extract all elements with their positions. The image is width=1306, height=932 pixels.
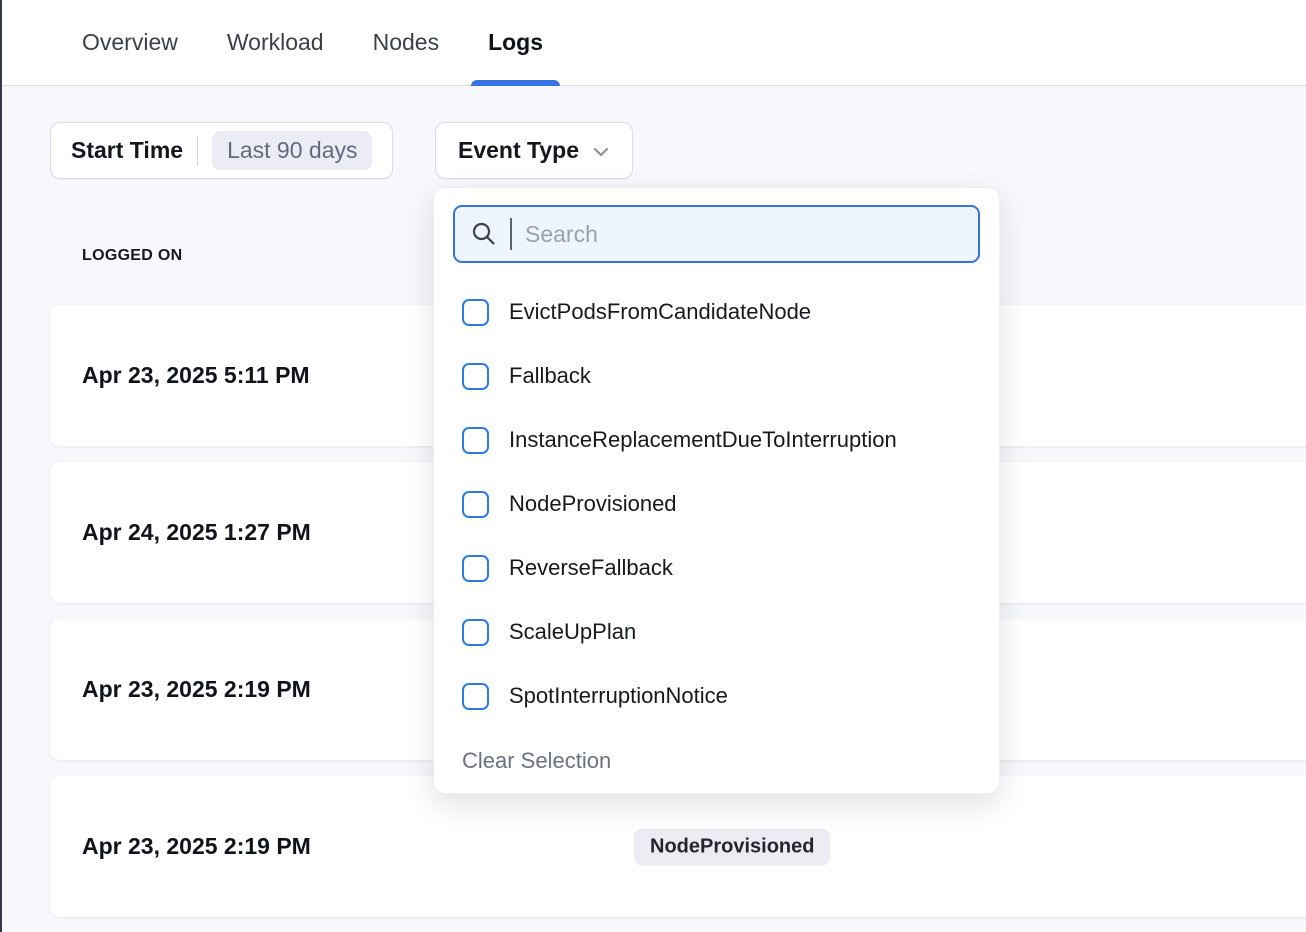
filter-divider [197,136,198,166]
dropdown-search-box [453,205,980,263]
option-scaleupplan[interactable]: ScaleUpPlan [434,600,999,664]
option-label: EvictPodsFromCandidateNode [509,299,811,325]
event-type-filter[interactable]: Event Type [435,122,633,179]
start-time-value-chip: Last 90 days [212,131,372,170]
option-spotinterruptionnotice[interactable]: SpotInterruptionNotice [434,664,999,728]
start-time-label: Start Time [71,137,183,164]
logged-on-value: Apr 24, 2025 1:27 PM [82,519,311,546]
option-nodeprovisioned[interactable]: NodeProvisioned [434,472,999,536]
tab-bar: Overview Workload Nodes Logs [0,0,1306,86]
logged-on-value: Apr 23, 2025 2:19 PM [82,676,311,703]
checkbox-unchecked[interactable] [462,299,489,326]
option-label: ScaleUpPlan [509,619,636,645]
event-type-dropdown-panel: EvictPodsFromCandidateNode Fallback Inst… [433,187,1000,794]
option-fallback[interactable]: Fallback [434,344,999,408]
logged-on-value: Apr 23, 2025 2:19 PM [82,833,311,860]
option-label: ReverseFallback [509,555,673,581]
event-type-badge: NodeProvisioned [634,828,830,865]
checkbox-unchecked[interactable] [462,683,489,710]
option-label: Fallback [509,363,591,389]
checkbox-unchecked[interactable] [462,427,489,454]
tab-workload[interactable]: Workload [210,0,341,85]
option-label: SpotInterruptionNotice [509,683,728,709]
option-instancereplacementduetointerruption[interactable]: InstanceReplacementDueToInterruption [434,408,999,472]
start-time-filter[interactable]: Start Time Last 90 days [50,122,393,179]
event-type-option-list: EvictPodsFromCandidateNode Fallback Inst… [434,280,999,728]
left-edge-accent [0,0,2,932]
search-icon [471,221,497,247]
checkbox-unchecked[interactable] [462,363,489,390]
chevron-down-icon [592,145,610,159]
event-type-label: Event Type [458,137,579,164]
tab-logs[interactable]: Logs [471,0,560,85]
checkbox-unchecked[interactable] [462,619,489,646]
option-label: NodeProvisioned [509,491,677,517]
option-reversefallback[interactable]: ReverseFallback [434,536,999,600]
option-evictpodsfromcandidatenode[interactable]: EvictPodsFromCandidateNode [434,280,999,344]
tab-overview[interactable]: Overview [65,0,195,85]
checkbox-unchecked[interactable] [462,491,489,518]
option-label: InstanceReplacementDueToInterruption [509,427,897,453]
table-row[interactable]: Apr 23, 2025 2:19 PM NodeProvisioned [50,776,1306,917]
checkbox-unchecked[interactable] [462,555,489,582]
logged-on-value: Apr 23, 2025 5:11 PM [82,362,310,389]
tab-nodes[interactable]: Nodes [356,0,456,85]
text-cursor [510,218,512,250]
clear-selection-button[interactable]: Clear Selection [462,748,611,774]
column-header-logged-on: LOGGED ON [82,247,182,265]
search-input[interactable] [525,221,962,248]
